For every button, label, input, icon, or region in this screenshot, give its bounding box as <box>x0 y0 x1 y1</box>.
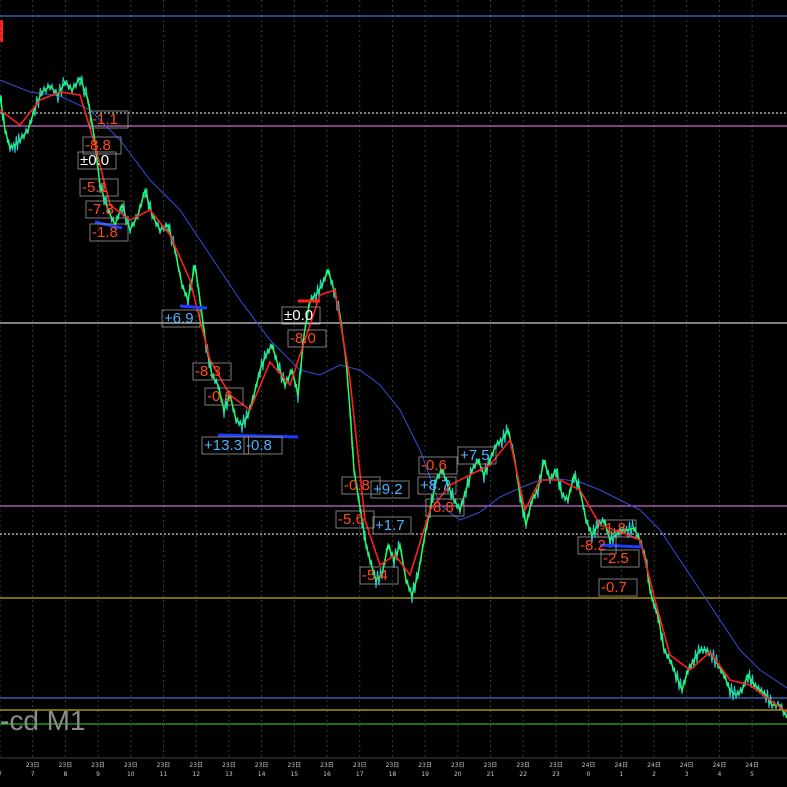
x-tick-label: 21 <box>487 771 495 778</box>
x-tick-label: 24日 <box>647 762 661 769</box>
trade-label: +8.7 <box>420 477 450 494</box>
trade-label: +6.9 <box>164 310 194 327</box>
trade-label: -8.3 <box>195 363 221 380</box>
x-tick-label: 10 <box>127 771 135 778</box>
trade-label: -1.8 <box>600 520 626 537</box>
price-chart: -1.1±0.0-8.8-5.1-7.8-1.8+6.9-8.3-0.6+13.… <box>0 0 787 787</box>
trade-label: +7.5 <box>460 447 490 464</box>
x-tick-label: 23日 <box>516 762 530 769</box>
x-tick-label: 3 <box>685 771 689 778</box>
x-tick-label: 2 <box>652 771 656 778</box>
x-tick-label: 5 <box>750 771 754 778</box>
x-tick-label: 23日 <box>451 762 465 769</box>
trade-label: -0.7 <box>601 579 627 596</box>
symbol-watermark: -cd M1 <box>0 705 86 736</box>
x-tick-label: 9 <box>96 771 100 778</box>
x-tick-label: 23日 <box>320 762 334 769</box>
x-tick-label: 23日 <box>255 762 269 769</box>
trade-label: -8.0 <box>290 330 316 347</box>
x-tick-label: 23日 <box>418 762 432 769</box>
x-tick-label: 23日 <box>484 762 498 769</box>
x-tick-label: 23日 <box>59 762 73 769</box>
x-tick-label: 24日 <box>582 762 596 769</box>
trade-label: ±0.0 <box>80 152 109 169</box>
x-tick-label: 18 <box>389 771 397 778</box>
x-tick-label: 23日 <box>353 762 367 769</box>
x-tick-label: 23日 <box>222 762 236 769</box>
x-tick-label: 13 <box>225 771 233 778</box>
trade-label: -8.8 <box>428 499 454 516</box>
trade-label: -1.1 <box>92 111 118 128</box>
x-tick-label: 11 <box>160 771 168 778</box>
trade-label: -1.8 <box>92 224 118 241</box>
trade-label: -5.1 <box>82 179 108 196</box>
x-tick-label: 8 <box>63 771 67 778</box>
trade-label: -7.8 <box>88 201 114 218</box>
x-tick-label: 1 <box>619 771 623 778</box>
position-bar <box>179 304 208 310</box>
trade-label: -8.8 <box>85 137 111 154</box>
x-tick-label: 12 <box>192 771 200 778</box>
x-tick-label: 23日 <box>91 762 105 769</box>
trade-label: -0.8 <box>344 477 370 494</box>
x-tick-label: 24日 <box>680 762 694 769</box>
x-tick-label: 23日 <box>124 762 138 769</box>
x-tick-label: 23日 <box>386 762 400 769</box>
trade-label: -0.8 <box>246 437 272 454</box>
x-tick-label: 15 <box>290 771 298 778</box>
trade-label: -2.5 <box>603 550 629 567</box>
x-tick-label: 23日 <box>26 762 40 769</box>
x-tick-label: 17 <box>356 771 364 778</box>
x-tick-label: 22 <box>519 771 527 778</box>
x-tick-label: 24日 <box>614 762 628 769</box>
x-tick-label: 23 <box>552 771 560 778</box>
x-tick-label: 23日 <box>189 762 203 769</box>
x-tick-label: 24日 <box>713 762 727 769</box>
trade-label: -5.6 <box>338 511 364 528</box>
trade-label: ±0.0 <box>284 307 313 324</box>
x-tick-label: 24日 <box>745 762 759 769</box>
x-tick-label: 23日 <box>287 762 301 769</box>
chart-area: -1.1 ±0.0 -8.8 -5.1 -7.8 -1.8 +6.9 -8.3 -0.6 +13.… <box>0 0 787 787</box>
chart-background <box>0 0 787 787</box>
x-tick-label: 7 <box>31 771 35 778</box>
x-tick-label: 16 <box>323 771 331 778</box>
x-tick-label: 23日 <box>157 762 171 769</box>
trade-label: +13.3 <box>204 437 242 454</box>
trade-label: +9.2 <box>373 481 403 498</box>
x-tick-label: 7 <box>0 771 2 778</box>
x-tick-label: 4 <box>717 771 721 778</box>
position-bar <box>599 543 643 549</box>
x-tick-label: 19 <box>421 771 429 778</box>
x-tick-label: 14 <box>258 771 266 778</box>
trade-label: -8.2 <box>580 537 606 554</box>
x-tick-label: 20 <box>454 771 462 778</box>
trade-label: -0.6 <box>421 457 447 474</box>
trade-label: +1.7 <box>375 517 405 534</box>
x-tick-label: 23日 <box>549 762 563 769</box>
trade-label: -5.4 <box>362 567 388 584</box>
trade-label: -0.6 <box>207 388 233 405</box>
x-tick-label: 0 <box>587 771 591 778</box>
